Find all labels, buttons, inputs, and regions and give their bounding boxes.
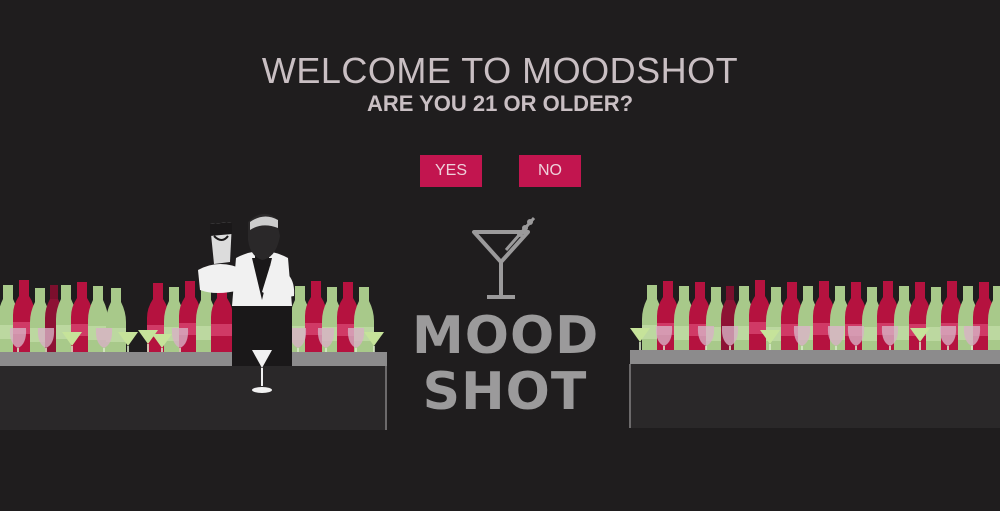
right-counter-top xyxy=(630,350,1000,364)
left-counter xyxy=(0,366,387,430)
right-bottle-shelf xyxy=(630,280,1000,362)
left-counter-top xyxy=(0,352,387,366)
age-question: ARE YOU 21 OR OLDER? xyxy=(366,91,634,116)
right-counter xyxy=(630,364,1000,428)
logo-text-mood: MOOD xyxy=(412,306,600,366)
age-gate-page: WELCOME TO MOODSHOT ARE YOU 21 OR OLDER?… xyxy=(0,0,1000,511)
logo-text-shot: SHOT xyxy=(422,362,588,422)
martini-glass-icon xyxy=(472,217,536,299)
page-title: WELCOME TO MOODSHOT xyxy=(261,50,739,91)
yes-button[interactable]: YES xyxy=(420,155,482,187)
no-button[interactable]: NO xyxy=(519,155,581,187)
